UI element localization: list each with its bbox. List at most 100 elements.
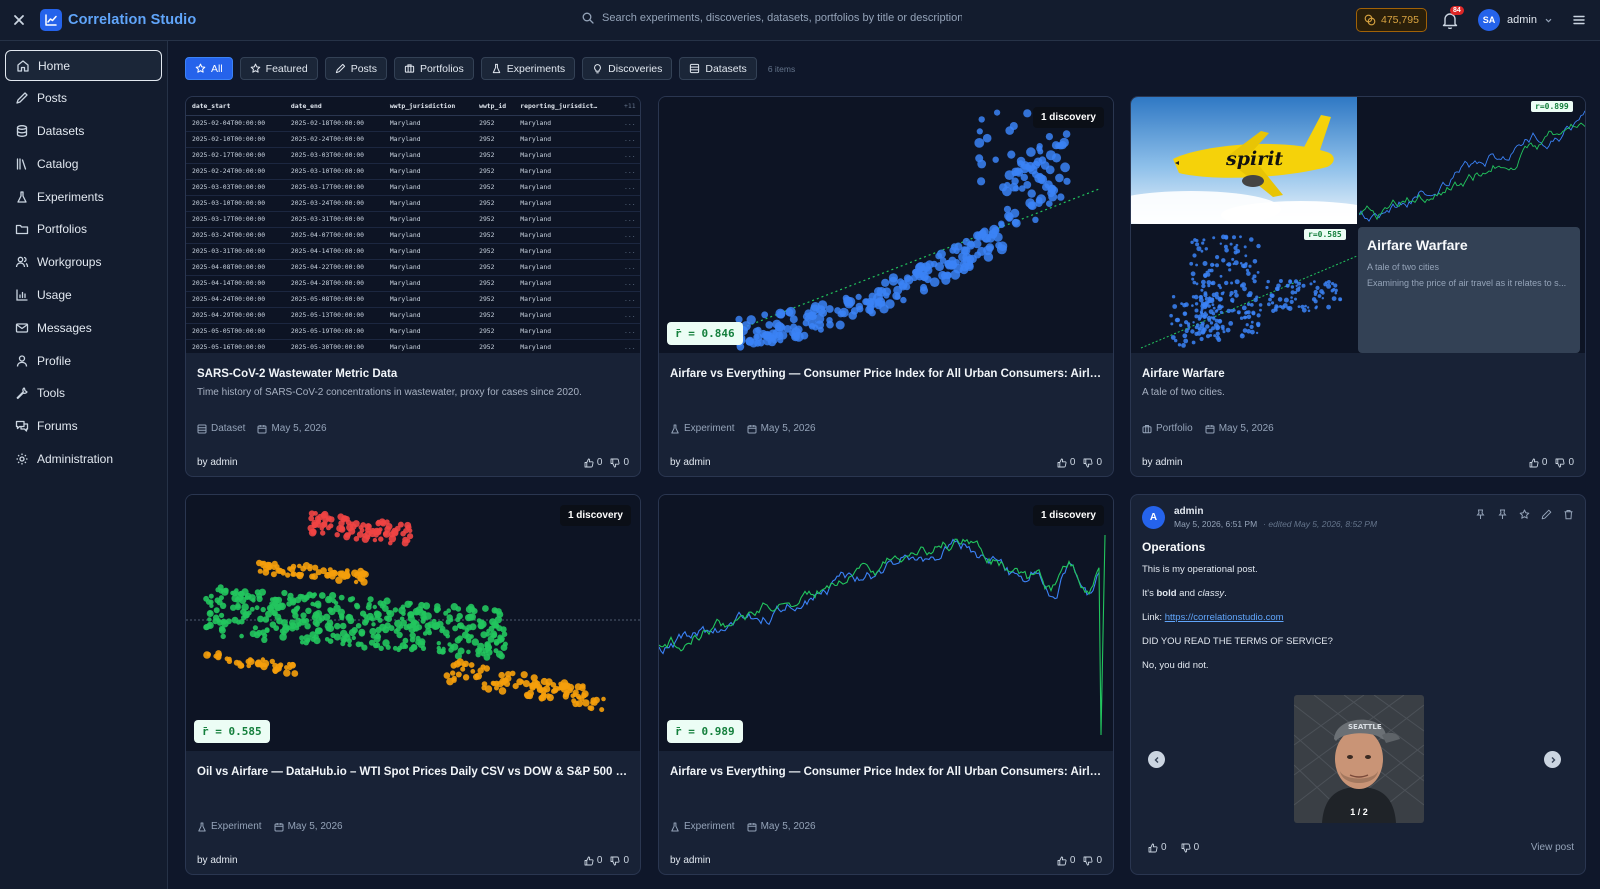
view-post-link[interactable]: View post <box>1531 842 1574 853</box>
data-point <box>945 262 952 270</box>
sidebar-item-workgroups[interactable]: Workgroups <box>5 247 162 278</box>
downvote-button[interactable]: 0 <box>1083 457 1102 468</box>
data-point <box>1233 245 1238 251</box>
upvote-button[interactable]: 0 <box>1148 842 1167 853</box>
data-point <box>1194 302 1199 306</box>
data-point <box>1213 334 1217 338</box>
upvote-button[interactable]: 0 <box>584 855 602 866</box>
sidebar-item-tools[interactable]: Tools <box>5 378 162 409</box>
brand[interactable]: Correlation Studio <box>40 9 196 31</box>
sidebar-item-posts[interactable]: Posts <box>5 83 162 114</box>
data-point <box>967 240 975 248</box>
sidebar-item-forums[interactable]: Forums <box>5 411 162 442</box>
card-title[interactable]: SARS-CoV-2 Wastewater Metric Data <box>197 368 629 380</box>
downvote-button[interactable]: 0 <box>610 855 629 866</box>
upvote-button[interactable]: 0 <box>584 457 602 468</box>
experiment-card[interactable]: 1 discovery r̄ = 0.989 Airfare vs Everyt… <box>658 494 1114 875</box>
filter-chip-discoveries[interactable]: Discoveries <box>582 57 673 80</box>
data-point <box>1032 216 1039 223</box>
post-link[interactable]: https://correlationstudio.com <box>1165 612 1284 623</box>
portfolio-card[interactable]: spirit r=0.899 r=0.585 Airfare Warfare A… <box>1130 96 1586 477</box>
card-title[interactable]: Airfare vs Everything — Consumer Price I… <box>670 766 1102 778</box>
data-point <box>882 287 892 296</box>
upvote-button[interactable]: 0 <box>1057 855 1075 866</box>
star-icon[interactable] <box>1519 509 1530 520</box>
sidebar-item-label: Forums <box>37 419 78 434</box>
sidebar-item-messages[interactable]: Messages <box>5 312 162 343</box>
data-point <box>320 530 326 536</box>
search-input[interactable] <box>602 12 962 24</box>
data-point <box>406 538 411 543</box>
data-point <box>512 683 519 690</box>
post-author[interactable]: admin <box>1174 506 1377 517</box>
data-point <box>1307 309 1311 313</box>
post-body: Operations This is my operational post. … <box>1142 540 1574 684</box>
dataset-card[interactable]: date_start date_end wwtp_jurisdiction wwtp_… <box>185 96 641 477</box>
filter-chip-datasets[interactable]: Datasets <box>679 57 757 80</box>
thumbs-up-icon <box>1057 856 1067 865</box>
downvote-button[interactable]: 0 <box>610 457 629 468</box>
experiment-card[interactable]: 1 discovery r̄ = 0.585 Oil vs Airfare — … <box>185 494 641 875</box>
carousel-prev-button[interactable] <box>1148 751 1165 768</box>
downvote-button[interactable]: 0 <box>1083 855 1102 866</box>
data-point <box>348 629 356 637</box>
data-point <box>443 610 449 616</box>
sidebar-item-home[interactable]: Home <box>5 50 162 81</box>
data-point <box>1229 291 1234 296</box>
table-cell: 2025-05-08T00:00:00 <box>284 291 384 308</box>
data-point <box>1248 264 1252 268</box>
sidebar-item-datasets[interactable]: Datasets <box>5 116 162 147</box>
filter-chip-posts[interactable]: Posts <box>324 57 387 80</box>
upvote-button[interactable]: 0 <box>1529 457 1547 468</box>
trash-icon[interactable] <box>1563 509 1574 520</box>
data-point <box>347 596 354 603</box>
user-menu[interactable]: SA admin <box>1478 9 1553 31</box>
downvote-button[interactable]: 0 <box>1181 842 1199 853</box>
data-point <box>493 648 499 654</box>
sidebar-item-usage[interactable]: Usage <box>5 280 162 311</box>
table-cell: Maryland <box>383 147 474 164</box>
post-card[interactable]: A admin May 5, 2026, 6:51 PM · edited May… <box>1130 494 1586 875</box>
credits-badge[interactable]: 475,795 <box>1356 8 1427 32</box>
filter-chip-portfolios[interactable]: Portfolios <box>393 57 474 80</box>
table-cell: Maryland <box>383 115 474 132</box>
card-title[interactable]: Airfare Warfare <box>1142 368 1574 380</box>
edit-icon[interactable] <box>1541 509 1552 520</box>
data-point <box>1215 331 1220 336</box>
filter-chip-featured[interactable]: Featured <box>239 57 318 80</box>
card-title[interactable]: Airfare vs Everything — Consumer Price I… <box>670 368 1102 380</box>
data-point <box>477 621 485 630</box>
image-carousel[interactable]: SEATTLE 1 / 2 <box>1294 695 1424 823</box>
data-point <box>1192 253 1197 258</box>
table-cell: 2025-04-29T00:00:00 <box>186 307 285 324</box>
sidebar-item-experiments[interactable]: Experiments <box>5 181 162 212</box>
sidebar-item-portfolios[interactable]: Portfolios <box>5 214 162 245</box>
pin-icon[interactable] <box>1497 509 1508 520</box>
avatar[interactable]: A <box>1142 506 1165 529</box>
data-point <box>1315 305 1318 308</box>
close-icon[interactable] <box>11 12 27 28</box>
hamburger-menu-icon[interactable] <box>1572 13 1586 27</box>
downvote-button[interactable]: 0 <box>1555 457 1574 468</box>
thumbs-down-icon <box>1083 458 1093 467</box>
flask-icon <box>671 424 679 433</box>
portfolio-scatter-chart <box>1140 234 1357 349</box>
data-point <box>442 629 450 637</box>
carousel-next-button[interactable] <box>1544 751 1561 768</box>
sidebar-item-administration[interactable]: Administration <box>5 444 162 475</box>
filter-chip-all[interactable]: All <box>185 57 233 80</box>
pin-icon[interactable] <box>1475 509 1486 520</box>
sidebar-item-profile[interactable]: Profile <box>5 345 162 376</box>
sidebar-item-catalog[interactable]: Catalog <box>5 148 162 179</box>
search-bar[interactable] <box>582 12 962 24</box>
data-point <box>1278 279 1283 283</box>
data-point <box>283 669 291 677</box>
table-cell: Maryland <box>383 195 474 212</box>
experiment-card[interactable]: 1 discovery r̄ = 0.846 Airfare vs Everyt… <box>658 96 1114 477</box>
data-point <box>1182 333 1188 339</box>
data-point <box>468 613 476 621</box>
upvote-button[interactable]: 0 <box>1057 457 1075 468</box>
filter-chip-experiments[interactable]: Experiments <box>480 57 576 80</box>
data-point <box>1251 311 1256 316</box>
card-title[interactable]: Oil vs Airfare — DataHub.io – WTI Spot P… <box>197 766 629 778</box>
